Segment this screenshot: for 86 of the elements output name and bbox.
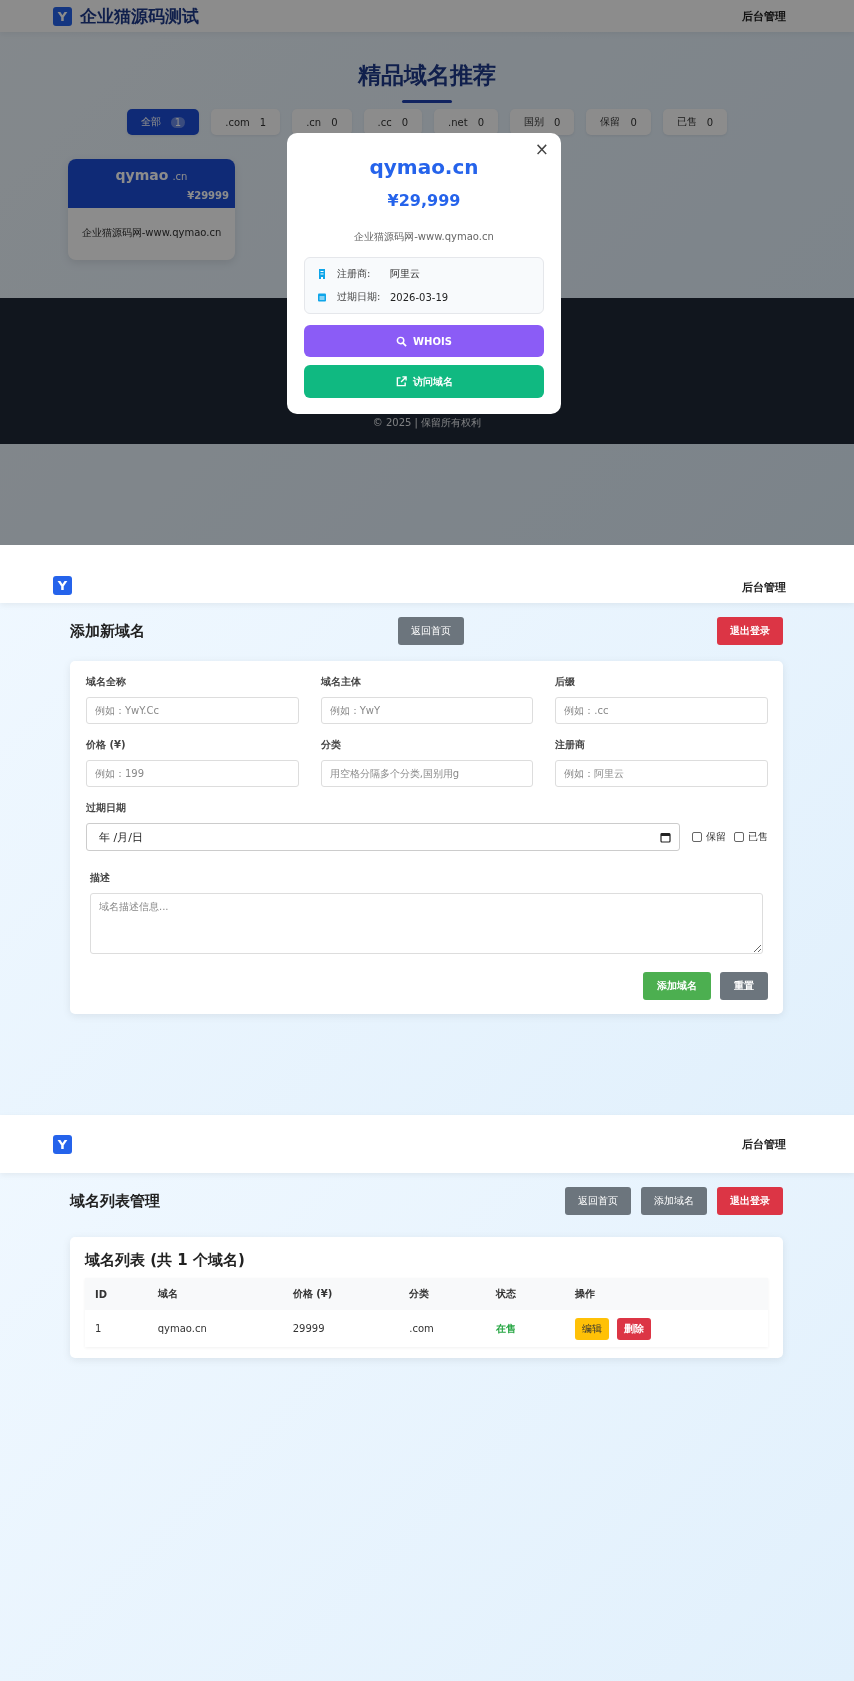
input-field[interactable]: 例如：199	[86, 760, 299, 787]
logout-button[interactable]: 退出登录	[717, 617, 783, 645]
table-cell: qymao.cn	[147, 1310, 283, 1347]
detail-label: 过期日期:	[337, 290, 382, 304]
detail-value: 2026-03-19	[390, 291, 449, 303]
admin-link[interactable]: 后台管理	[742, 580, 786, 595]
filter-count: 0	[630, 116, 637, 128]
modal-description: 企业猫源码网-www.qymao.cn	[353, 230, 495, 244]
filter-tab[interactable]: .com 1	[211, 109, 281, 135]
detail-value: 阿里云	[390, 267, 420, 281]
table-cell: 29999	[282, 1310, 400, 1347]
copyright-text: © 2025 | 保留所有权利	[372, 416, 482, 430]
admin-link[interactable]: 后台管理	[742, 1136, 786, 1152]
action-button[interactable]: 返回首页	[565, 1187, 631, 1215]
input-field[interactable]: 用空格分隔多个分类,国别用g	[320, 760, 534, 787]
logout-button[interactable]: 退出登录	[717, 1187, 783, 1215]
input-field[interactable]: 例如：阿里云	[555, 760, 768, 787]
filter-tab[interactable]: .cc 0	[363, 109, 423, 135]
table-cell: 1	[85, 1310, 148, 1347]
domain-description: 企业猫源码网-www.qymao.cn	[80, 226, 223, 240]
filter-count: 0	[706, 116, 714, 128]
field-label: 注册商	[555, 738, 587, 752]
filter-tab[interactable]: .cn 0	[292, 109, 352, 135]
logo[interactable]: Y	[53, 6, 72, 26]
field-label: 分类	[320, 738, 342, 752]
field-label: 后缀	[555, 675, 577, 689]
domain-name: qymao	[115, 167, 169, 183]
description-field[interactable]: 域名描述信息...	[90, 893, 763, 954]
date-field[interactable]: 年 /月/日	[86, 823, 680, 851]
close-button[interactable]: ×	[531, 139, 552, 159]
filter-count: 0	[331, 116, 338, 128]
edit-button[interactable]: 编辑	[574, 1317, 609, 1340]
domain-card[interactable]: qymao .cn ¥29999 企业猫源码网-www.qymao.cn	[68, 159, 235, 260]
detail-label: 注册商:	[337, 267, 372, 281]
search-icon	[396, 335, 408, 347]
checkbox-label: 保留	[706, 830, 726, 844]
site-name[interactable]: 企业猫源码测试	[80, 4, 199, 28]
column-header: 价格 (¥)	[282, 1278, 400, 1310]
whois-button[interactable]: WHOIS	[304, 325, 544, 357]
input-field[interactable]: 例如：YwY.Cc	[86, 697, 299, 724]
table-cell: .com	[399, 1310, 487, 1347]
field-label: 域名全称	[86, 675, 127, 689]
input-field[interactable]: 例如：YwY	[320, 697, 534, 724]
filter-count: 0	[554, 116, 561, 128]
filter-count: 0	[477, 116, 485, 128]
filter-count: 1	[259, 116, 267, 128]
modal-domain: qymao.cn	[368, 155, 480, 179]
filter-tab[interactable]: 保留 0	[586, 109, 651, 135]
filter-tab[interactable]: .net 0	[434, 109, 499, 135]
checkbox-label: 已售	[748, 830, 768, 844]
field-label: 描述	[90, 871, 111, 885]
external-link-icon	[395, 376, 407, 387]
filter-tab[interactable]: 全部 1	[126, 109, 200, 135]
input-field[interactable]: 例如：.cc	[555, 697, 768, 724]
field-label: 域名主体	[320, 675, 362, 689]
admin-link[interactable]: 后台管理	[742, 8, 786, 24]
filter-tab[interactable]: 已售 0	[662, 109, 728, 135]
checkbox[interactable]	[692, 832, 702, 842]
submit-button[interactable]: 添加域名	[643, 972, 711, 1000]
filter-tab[interactable]: 国别 0	[510, 109, 575, 135]
checkbox[interactable]	[734, 832, 744, 842]
status-text: 在售	[496, 1322, 517, 1334]
action-button[interactable]: 添加域名	[641, 1187, 707, 1215]
table-title: 域名列表 (共 1 个域名)	[85, 1251, 246, 1270]
action-button[interactable]: 返回首页	[398, 617, 464, 645]
field-label: 价格 (¥)	[86, 738, 127, 752]
calendar-icon[interactable]	[660, 831, 671, 843]
logo[interactable]: Y	[53, 1134, 72, 1154]
field-label: 过期日期	[86, 801, 127, 815]
column-header: ID	[85, 1278, 148, 1310]
calendar-icon	[317, 292, 327, 302]
page-title: 域名列表管理	[70, 1191, 160, 1211]
reset-button[interactable]: 重置	[720, 972, 768, 1000]
column-header: 状态	[486, 1278, 565, 1310]
logo[interactable]: Y	[53, 576, 72, 595]
domain-price: ¥29999	[187, 190, 229, 201]
column-header: 分类	[399, 1278, 487, 1310]
domain-suffix: .cn	[172, 171, 188, 182]
page-title: 添加新域名	[70, 621, 145, 641]
section-heading: 精品域名推荐	[356, 61, 497, 90]
column-header: 域名	[147, 1278, 283, 1310]
column-header: 操作	[564, 1278, 768, 1310]
delete-button[interactable]: 删除	[616, 1317, 651, 1340]
filter-count: 0	[401, 116, 409, 128]
building-icon	[317, 269, 327, 279]
modal-price: ¥29,999	[386, 191, 462, 210]
